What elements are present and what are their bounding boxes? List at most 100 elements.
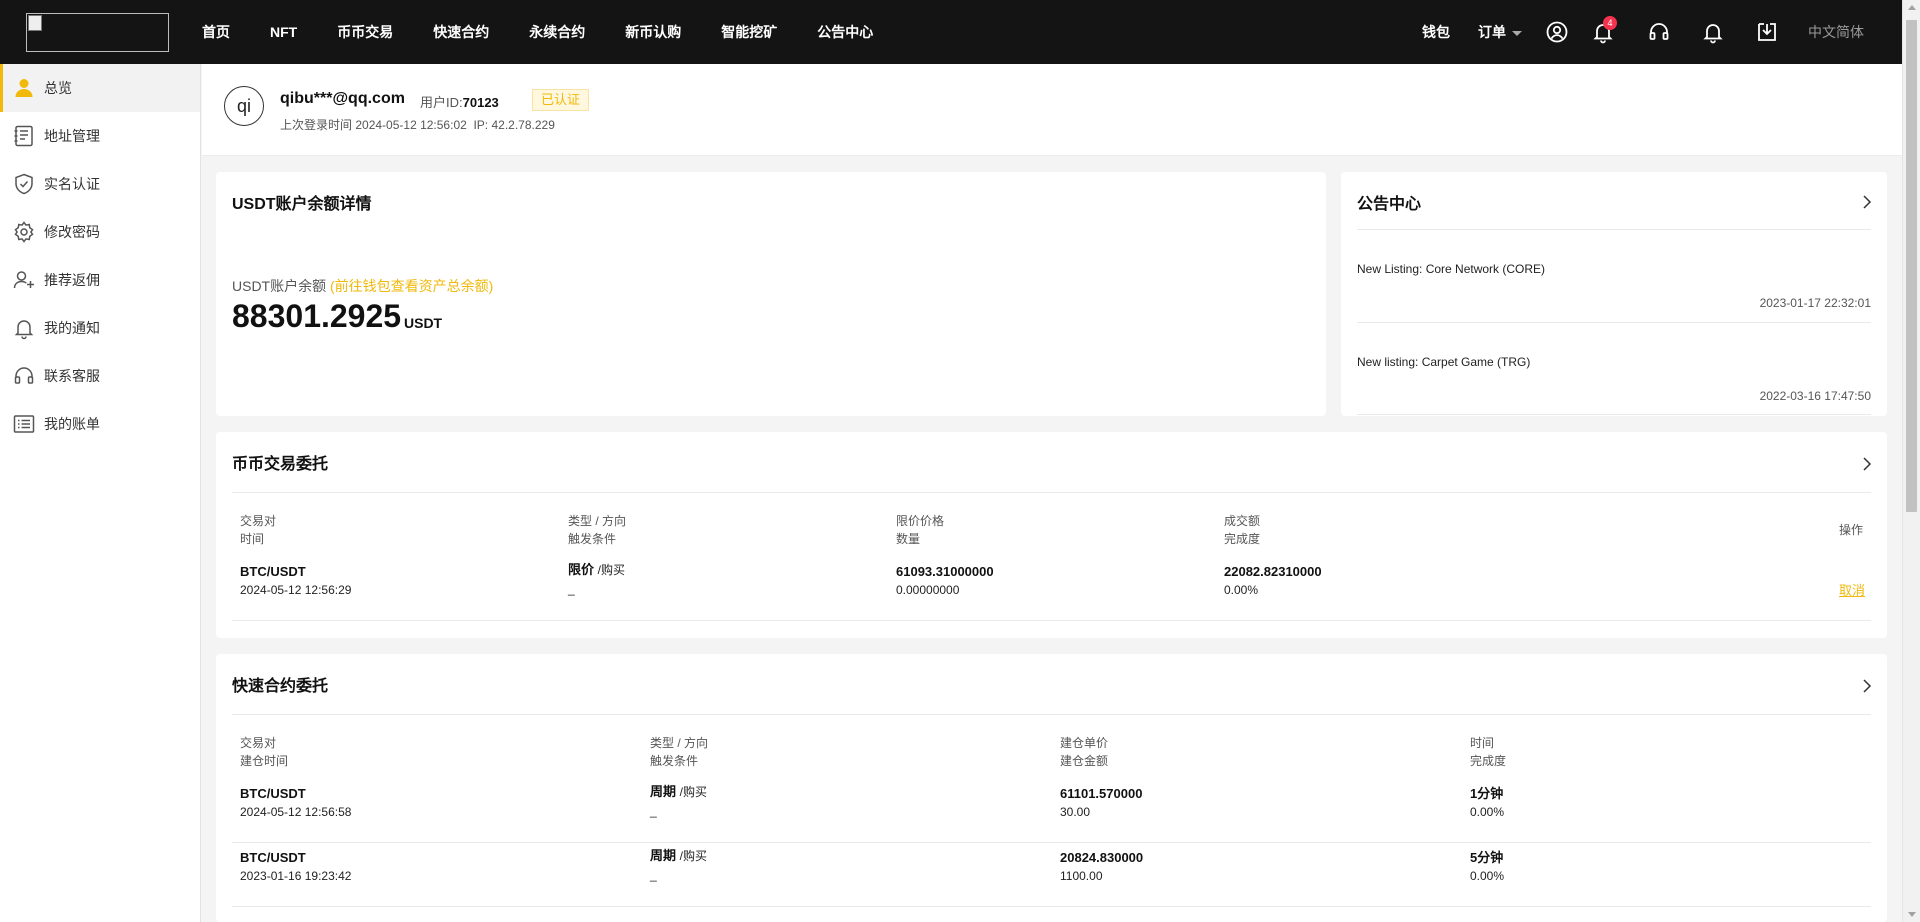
nav-perpetual-contract[interactable]: 永续合约 (529, 22, 585, 42)
order-period-cell: 5分钟 0.00% (1470, 848, 1504, 886)
sidebar-item-label: 总览 (44, 80, 72, 96)
order-period-cell: 1分钟 0.00% (1470, 784, 1504, 822)
gear-icon (12, 220, 36, 244)
scroll-thumb[interactable] (1906, 20, 1917, 512)
scroll-up-arrow-icon[interactable] (1908, 5, 1916, 10)
user-id-value: 70123 (462, 95, 499, 110)
column-header-bottom: 数量 (896, 532, 921, 546)
chevron-right-icon[interactable] (1859, 194, 1875, 210)
user-id: 用户ID:70123 (420, 92, 499, 111)
language-selector[interactable]: 中文简体 (1808, 22, 1864, 42)
wallet-link[interactable]: (前往钱包查看资产总余额) (330, 278, 493, 294)
shield-check-icon (12, 172, 36, 196)
sidebar-item-overview[interactable]: 总览 (0, 64, 200, 112)
order-amount-cell: 22082.82310000 0.00% (1224, 562, 1322, 600)
sidebar-item-identity-verification[interactable]: 实名认证 (0, 160, 200, 208)
main-menu: 首页 NFT 币币交易 快速合约 永续合约 新币认购 智能挖矿 公告中心 (202, 0, 913, 64)
column-header-amount-progress: 成交额 完成度 (1224, 512, 1260, 548)
order-type: 周期 (650, 848, 677, 863)
announcement-title: New listing: Carpet Game (TRG) (1357, 355, 1531, 369)
column-header-top: 成交额 (1224, 514, 1261, 528)
order-price: 61101.570000 (1060, 786, 1143, 801)
column-header-bottom: 完成度 (1470, 754, 1507, 768)
order-period: 1分钟 (1470, 786, 1504, 801)
divider (1357, 322, 1871, 323)
sidebar-item-change-password[interactable]: 修改密码 (0, 208, 200, 256)
nav-home[interactable]: 首页 (202, 22, 230, 42)
bell-icon (12, 316, 36, 340)
order-progress: 0.00% (1470, 805, 1505, 819)
avatar[interactable]: qi (224, 86, 264, 126)
balance-label: USDT账户余额 (前往钱包查看资产总余额) (232, 276, 493, 296)
last-login-time: 2024-05-12 12:56:02 (355, 118, 467, 132)
order-type: 限价 (568, 562, 595, 577)
nav-right: 钱包 订单 (1422, 0, 1522, 64)
order-price: 20824.830000 (1060, 850, 1144, 865)
page-scrollbar[interactable] (1902, 0, 1920, 922)
chevron-right-icon[interactable] (1859, 678, 1875, 694)
nav-new-coin-subscription[interactable]: 新币认购 (625, 22, 681, 42)
balance-label-text: USDT账户余额 (232, 278, 327, 294)
sidebar-item-my-notifications[interactable]: 我的通知 (0, 304, 200, 352)
download-icon[interactable] (1755, 20, 1779, 44)
order-amount: 22082.82310000 (1224, 564, 1322, 579)
nav-spot-trading[interactable]: 币币交易 (337, 22, 393, 42)
divider (232, 842, 1871, 843)
sidebar-item-referral[interactable]: 推荐返佣 (0, 256, 200, 304)
column-header-top: 类型 / 方向 (568, 514, 627, 528)
order-type: 周期 (650, 784, 677, 799)
column-header-type-trigger: 类型 / 方向 触发条件 (568, 512, 626, 548)
order-period: 5分钟 (1470, 850, 1504, 865)
last-login-label: 上次登录时间 (280, 118, 353, 132)
order-pair: BTC/USDT (240, 786, 306, 801)
sidebar-item-label: 联系客服 (44, 368, 100, 384)
scroll-down-arrow-icon[interactable] (1908, 912, 1916, 917)
sidebar-item-label: 实名认证 (44, 176, 100, 192)
order-pair-cell: BTC/USDT 2024-05-12 12:56:29 (240, 562, 351, 600)
column-header-top: 建仓单价 (1060, 736, 1109, 750)
user-add-icon (12, 268, 36, 292)
sidebar-item-my-bills[interactable]: 我的账单 (0, 400, 200, 448)
sidebar-item-label: 修改密码 (44, 224, 100, 240)
nav-orders-dropdown[interactable]: 订单 (1478, 22, 1522, 42)
broken-image-icon (28, 15, 42, 31)
user-circle-icon[interactable] (1545, 20, 1569, 44)
divider (232, 620, 1871, 621)
sidebar-item-address-management[interactable]: 地址管理 (0, 112, 200, 160)
nav-smart-mining[interactable]: 智能挖矿 (721, 22, 777, 42)
order-amount: 1100.00 (1060, 869, 1103, 883)
notification-count-badge: 4 (1603, 16, 1617, 30)
order-time: 2023-01-16 19:23:42 (240, 869, 352, 883)
chevron-down-icon (1512, 30, 1522, 36)
order-type-cell: 限价 /购买 _ (568, 560, 625, 599)
order-direction: /购买 (679, 849, 707, 863)
cancel-order-button[interactable]: 取消 (1839, 580, 1865, 599)
order-amount: 30.00 (1060, 805, 1091, 819)
order-trigger: _ (650, 804, 657, 818)
order-pair: BTC/USDT (240, 850, 306, 865)
nav-quick-contract[interactable]: 快速合约 (433, 22, 489, 42)
order-trigger: _ (650, 868, 657, 882)
bell-icon[interactable] (1701, 20, 1725, 44)
order-progress: 0.00% (1224, 583, 1259, 597)
nav-nft[interactable]: NFT (270, 24, 297, 40)
balance-card-title: USDT账户余额详情 (232, 196, 372, 213)
logo[interactable] (26, 13, 169, 52)
last-login-info: 上次登录时间 2024-05-12 12:56:02 IP: 42.2.78.2… (280, 116, 555, 133)
chevron-right-icon[interactable] (1859, 456, 1875, 472)
quick-contract-orders-card: 快速合约委托 交易对 建仓时间 类型 / 方向 触发条件 建仓单价 建仓金额 时间 完成… (216, 654, 1887, 922)
order-price-cell: 20824.830000 1100.00 (1060, 848, 1143, 886)
column-header-action: 操作 (1839, 523, 1864, 537)
column-header-top: 交易对 (240, 736, 277, 750)
sidebar-item-customer-service[interactable]: 联系客服 (0, 352, 200, 400)
spot-orders-card: 币币交易委托 交易对 时间 类型 / 方向 触发条件 限价价格 数量 成交额 完成度 操… (216, 432, 1887, 638)
nav-wallet[interactable]: 钱包 (1422, 22, 1450, 42)
headset-icon[interactable] (1647, 20, 1671, 44)
column-header-price-amount: 建仓单价 建仓金额 (1060, 734, 1108, 770)
notification-bell-icon[interactable]: 4 (1591, 16, 1617, 44)
headset-icon (12, 364, 36, 388)
nav-announcements[interactable]: 公告中心 (817, 22, 873, 42)
quick-orders-title: 快速合约委托 (232, 678, 329, 695)
spot-orders-title: 币币交易委托 (232, 456, 329, 473)
divider (232, 492, 1871, 493)
